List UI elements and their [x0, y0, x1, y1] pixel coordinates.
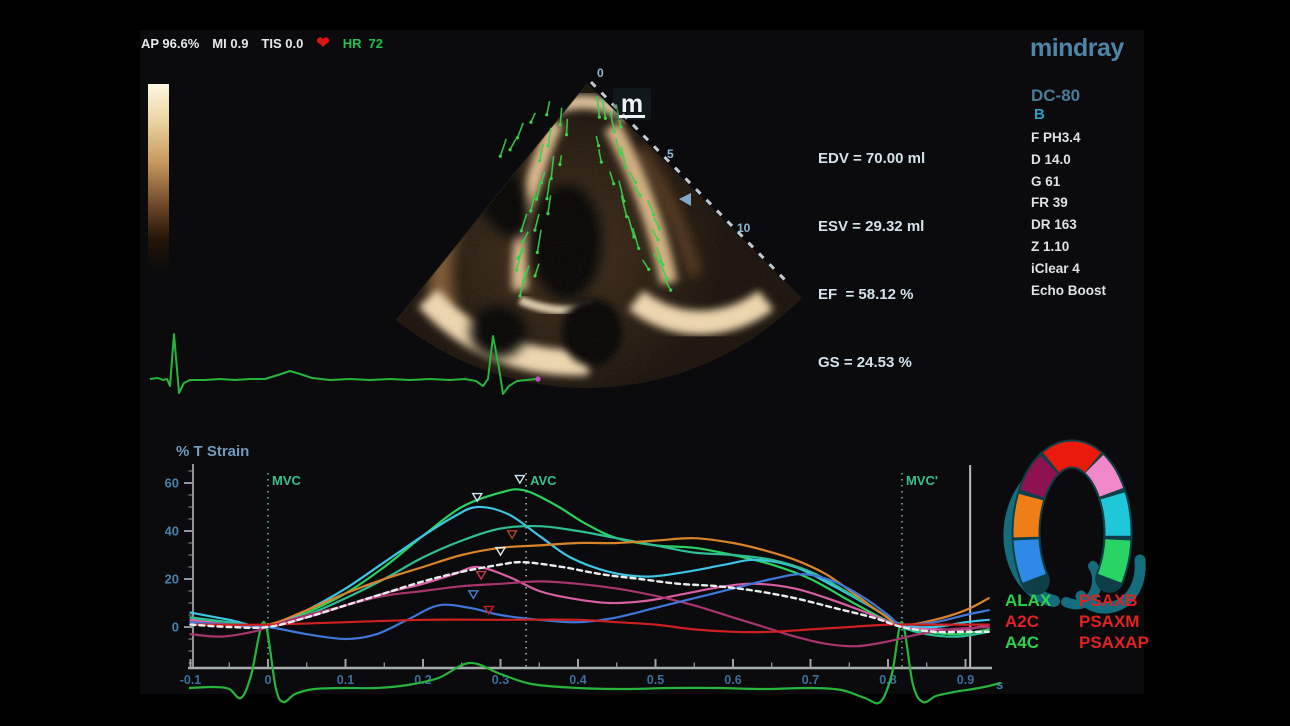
ecg-trace	[145, 320, 545, 415]
svg-text:MVC': MVC'	[906, 473, 938, 488]
ef-value: EF = 58.12 %	[818, 284, 925, 307]
param-zoom: Z 1.10	[1031, 236, 1106, 258]
param-iclear: iClear 4	[1031, 258, 1106, 280]
ultrasound-system-screen: AP 96.6% MI 0.9 TIS 0.0 ❤ HR 72 mindray …	[0, 0, 1290, 726]
svg-text:20: 20	[165, 572, 179, 587]
legend-psaxm: PSAXM	[1079, 612, 1139, 632]
gs-value: GS = 24.53 %	[818, 352, 925, 375]
legend-psaxap: PSAXAP	[1079, 633, 1149, 653]
strain-curves-chart: 0204060-0.100.10.20.30.40.50.60.70.80.9s…	[165, 430, 1025, 705]
strain-glyph-segments	[1026, 454, 1118, 581]
imaging-parameters: F PH3.4 D 14.0 G 61 FR 39 DR 163 Z 1.10 …	[1031, 127, 1106, 301]
param-frame-rate: FR 39	[1031, 192, 1106, 214]
heart-icon: ❤	[316, 37, 329, 50]
heart-rate-label: HR	[343, 36, 362, 51]
esv-value: ESV = 29.32 ml	[818, 216, 925, 239]
grayscale-bar	[148, 84, 169, 269]
legend-alax: ALAX	[1005, 591, 1051, 611]
param-gain: G 61	[1031, 171, 1106, 193]
orientation-marker: m	[613, 88, 651, 120]
svg-text:40: 40	[165, 524, 179, 539]
svg-text:0.7: 0.7	[802, 673, 819, 687]
depth-label-0: 0	[597, 66, 604, 80]
svg-text:0.6: 0.6	[724, 673, 741, 687]
legend-psaxb: PSAXB	[1079, 591, 1138, 611]
param-echo-boost: Echo Boost	[1031, 280, 1106, 302]
heart-rate: HR 72	[343, 36, 383, 51]
svg-text:AVC: AVC	[530, 473, 557, 488]
param-depth: D 14.0	[1031, 149, 1106, 171]
param-frequency: F PH3.4	[1031, 127, 1106, 149]
svg-text:0.4: 0.4	[569, 673, 586, 687]
svg-text:MVC: MVC	[272, 473, 302, 488]
svg-text:-0.1: -0.1	[180, 673, 202, 687]
acoustic-status-bar: AP 96.6% MI 0.9 TIS 0.0 ❤ HR 72	[141, 36, 383, 51]
acoustic-power: AP 96.6%	[141, 36, 199, 51]
heart-rate-value: 72	[369, 36, 383, 51]
probe-model: DC-80	[1031, 86, 1080, 106]
legend-a2c: A2C	[1005, 612, 1039, 632]
svg-text:0.1: 0.1	[337, 673, 354, 687]
svg-text:0.9: 0.9	[957, 673, 974, 687]
svg-text:0: 0	[265, 673, 272, 687]
depth-label-5: 5	[667, 147, 674, 161]
param-dynamic-range: DR 163	[1031, 214, 1106, 236]
svg-text:60: 60	[165, 476, 179, 491]
mindray-logo: mindray	[1030, 34, 1124, 63]
mechanical-index: MI 0.9	[212, 36, 248, 51]
svg-text:0: 0	[172, 620, 179, 635]
svg-text:0.5: 0.5	[647, 673, 664, 687]
imaging-mode: B	[1034, 106, 1045, 123]
orientation-marker-m: m	[621, 90, 643, 118]
edv-value: EDV = 70.00 ml	[818, 148, 925, 171]
measurement-results: EDV = 70.00 ml ESV = 29.32 ml EF = 58.12…	[818, 103, 925, 419]
strain-views-glyph	[985, 428, 1155, 618]
thermal-index: TIS 0.0	[261, 36, 303, 51]
legend-a4c: A4C	[1005, 633, 1039, 653]
depth-label-10: 10	[737, 221, 751, 235]
